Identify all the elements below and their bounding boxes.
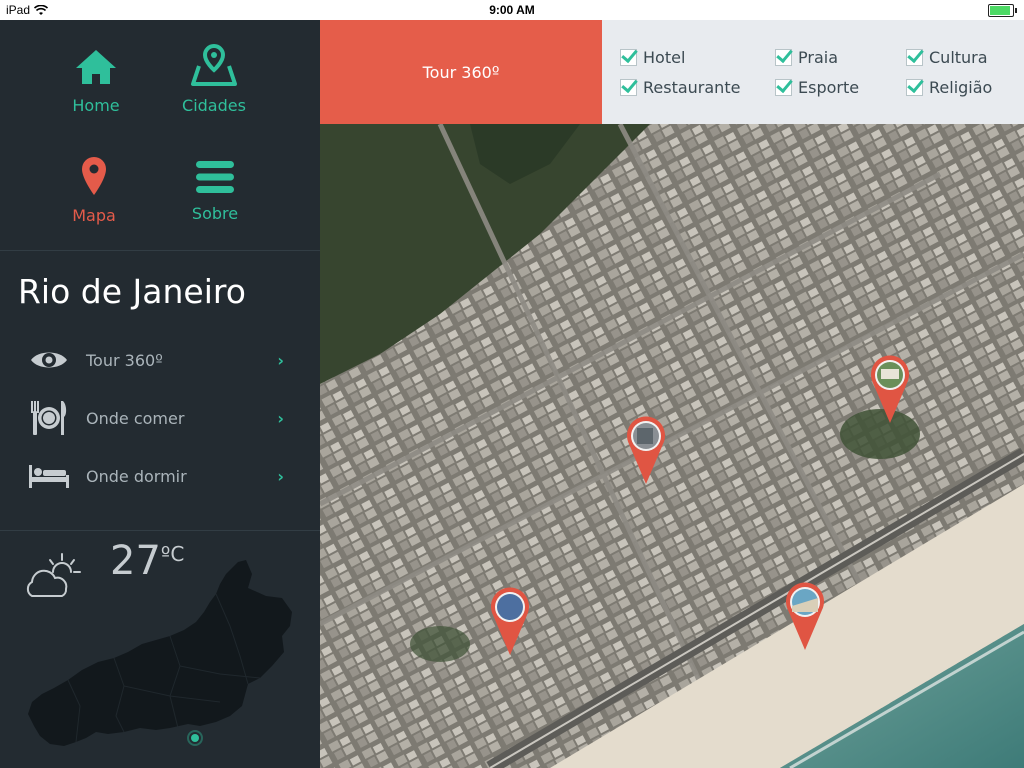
divider-top xyxy=(0,250,320,251)
divider-bottom xyxy=(0,530,320,531)
filter-hotel-label: Hotel xyxy=(643,48,686,67)
filter-beach[interactable]: Praia xyxy=(775,48,838,67)
chevron-right-icon: › xyxy=(277,408,284,428)
checkbox-checked-icon[interactable] xyxy=(775,49,792,66)
filter-sport[interactable]: Esporte xyxy=(775,78,859,97)
filter-religion-label: Religião xyxy=(929,78,993,97)
satellite-map[interactable] xyxy=(320,124,1024,768)
status-time: 9:00 AM xyxy=(489,3,535,17)
checkbox-checked-icon[interactable] xyxy=(775,79,792,96)
map-pin-culture[interactable] xyxy=(625,416,667,486)
map-pin-beach[interactable] xyxy=(784,582,826,652)
city-title: Rio de Janeiro xyxy=(18,272,246,311)
state-map-silhouette xyxy=(28,560,292,746)
filter-culture[interactable]: Cultura xyxy=(906,48,988,67)
tour-360-banner[interactable]: Tour 360º xyxy=(320,20,602,124)
home-icon xyxy=(76,50,116,84)
nav-about[interactable]: Sobre xyxy=(155,160,275,223)
checkbox-checked-icon[interactable] xyxy=(906,79,923,96)
map-location-icon xyxy=(191,43,237,86)
sidebar: Home Cidades Mapa Sobre Rio de Janeiro T… xyxy=(0,20,320,768)
checkbox-checked-icon[interactable] xyxy=(906,49,923,66)
nav-cities[interactable]: Cidades xyxy=(154,43,274,115)
nav-map[interactable]: Mapa xyxy=(34,156,154,225)
menu-where-to-sleep[interactable]: Onde dormir › xyxy=(24,454,284,498)
filter-hotel[interactable]: Hotel xyxy=(620,48,685,67)
nav-map-label: Mapa xyxy=(72,206,116,225)
category-filters: Hotel Praia Cultura Restaurante Esporte … xyxy=(602,20,1024,124)
nav-home-label: Home xyxy=(72,96,120,115)
nav-cities-label: Cidades xyxy=(182,96,246,115)
nav-home[interactable]: Home xyxy=(36,48,156,115)
status-bar: iPad 9:00 AM xyxy=(0,0,1024,20)
menu-where-to-sleep-label: Onde dormir xyxy=(86,466,187,486)
menu-where-to-eat-label: Onde comer xyxy=(86,408,185,428)
filter-restaurant-label: Restaurante xyxy=(643,78,741,97)
filter-sport-label: Esporte xyxy=(798,78,860,97)
eye-icon xyxy=(31,352,67,368)
filter-religion[interactable]: Religião xyxy=(906,78,992,97)
filter-culture-label: Cultura xyxy=(929,48,988,67)
menu-where-to-eat[interactable]: Onde comer › xyxy=(24,396,284,440)
battery-icon xyxy=(988,4,1017,17)
map-pin-hotel[interactable] xyxy=(489,587,531,657)
filter-restaurant[interactable]: Restaurante xyxy=(620,78,740,97)
menu-tour-360-label: Tour 360º xyxy=(86,350,163,370)
filter-beach-label: Praia xyxy=(798,48,838,67)
menu-tour-360[interactable]: Tour 360º › xyxy=(24,338,284,382)
tour-360-banner-label: Tour 360º xyxy=(422,62,500,82)
map-background xyxy=(320,124,1024,768)
chevron-right-icon: › xyxy=(277,350,284,370)
plate-cutlery-icon xyxy=(31,401,67,435)
map-pin-icon xyxy=(82,157,106,195)
chevron-right-icon: › xyxy=(277,466,284,486)
bed-icon xyxy=(29,465,69,488)
nav-about-label: Sobre xyxy=(191,204,239,223)
checkbox-checked-icon[interactable] xyxy=(620,49,637,66)
menu-icon xyxy=(196,161,234,193)
checkbox-checked-icon[interactable] xyxy=(620,79,637,96)
map-pin-religion[interactable] xyxy=(869,355,911,425)
